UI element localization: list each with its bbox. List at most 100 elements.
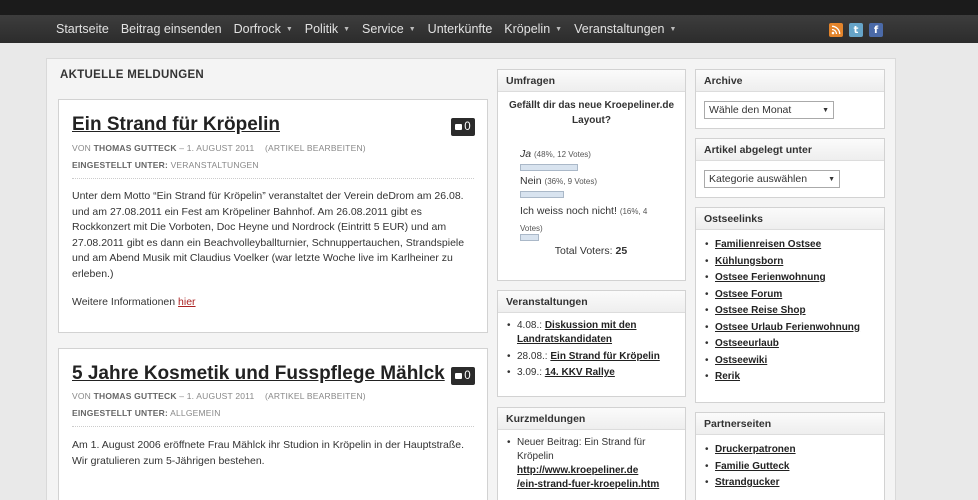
nav-item-label: Kröpelin xyxy=(504,22,551,36)
more-text: Weitere Informationen xyxy=(72,296,179,308)
event-link[interactable]: 14. KKV Rallye xyxy=(545,367,615,378)
nav-menu: Startseite Beitrag einsenden Dorfrock ▼ P… xyxy=(56,15,688,43)
event-date: 3.09.: xyxy=(517,367,543,378)
widget-title: Artikel abgelegt unter xyxy=(696,139,884,161)
edit-post-link[interactable]: (ARTIKEL BEARBEITEN) xyxy=(265,391,366,401)
chevron-down-icon: ▼ xyxy=(555,25,563,33)
poll-answer-label: Ja xyxy=(520,148,532,160)
poll-answer-label: Nein xyxy=(520,175,542,187)
ostseelinks-list: Familienreisen Ostsee Kühlungsborn Ostse… xyxy=(696,230,884,384)
nav-item-label: Veranstaltungen xyxy=(574,22,665,36)
widget-title: Partnerseiten xyxy=(696,413,884,435)
category-link[interactable]: VERANSTALTUNGEN xyxy=(171,160,259,170)
chevron-down-icon: ▼ xyxy=(343,25,351,33)
poll-answer-label: Ich weiss noch nicht! xyxy=(520,205,617,217)
ostsee-link[interactable]: Ostsee Reise Shop xyxy=(715,305,806,316)
news-link[interactable]: http://www.kroepeliner.de xyxy=(517,465,638,476)
nav-item-unterkuenfte[interactable]: Unterkünfte xyxy=(428,22,493,36)
partner-link[interactable]: Familie Gutteck xyxy=(715,461,789,472)
archive-widget: Archive Wähle den Monat ▼ xyxy=(695,69,885,129)
nav-item-dorfrock[interactable]: Dorfrock ▼ xyxy=(234,22,293,36)
post-date: – 1. AUGUST 2011 xyxy=(179,391,255,401)
widget-title: Kurzmeldungen xyxy=(498,408,685,430)
post-title-link[interactable]: 5 Jahre Kosmetik und Fusspflege Mählck xyxy=(72,363,445,385)
event-date: 28.08.: xyxy=(517,350,548,362)
poll-answer-stats: (36%, 9 Votes) xyxy=(544,177,598,186)
comment-count-button[interactable]: 0 xyxy=(451,367,475,385)
meta-by: VON xyxy=(72,391,92,401)
nav-item-kroepelin[interactable]: Kröpelin ▼ xyxy=(504,22,562,36)
comment-count: 0 xyxy=(464,370,471,382)
social-links: t f xyxy=(829,23,883,37)
ostsee-link[interactable]: Familienreisen Ostsee xyxy=(715,239,821,250)
post-body: Unter dem Motto “Ein Strand für Kröpelin… xyxy=(72,190,465,280)
poll-answer: Ja (48%, 12 Votes) xyxy=(520,148,591,160)
partner-link[interactable]: Druckerpatronen xyxy=(715,444,796,455)
top-bar xyxy=(0,0,978,15)
nav-item-label: Beitrag einsenden xyxy=(120,22,222,36)
poll-bar xyxy=(520,234,539,241)
comment-count: 0 xyxy=(464,121,471,133)
post-title-link[interactable]: Ein Strand für Kröpelin xyxy=(72,114,280,136)
poll-widget: Umfragen Gefällt dir das neue Kroepeline… xyxy=(497,69,686,281)
nav-item-label: Dorfrock xyxy=(233,22,281,36)
list-item: Rerik xyxy=(704,370,876,384)
post-card: 5 Jahre Kosmetik und Fusspflege Mählck 0… xyxy=(58,348,488,500)
month-select[interactable]: Wähle den Monat ▼ xyxy=(704,101,834,119)
category-select[interactable]: Kategorie auswählen ▼ xyxy=(704,170,840,188)
ostsee-link[interactable]: Ostsee Urlaub Ferienwohnung xyxy=(715,322,860,333)
divider xyxy=(72,178,474,179)
news-widget: Kurzmeldungen Neuer Beitrag: Ein Strand … xyxy=(497,407,686,500)
author-link[interactable]: THOMAS GUTTECK xyxy=(94,143,177,153)
poll-answer: Ich weiss noch nicht! (16%, 4 Votes) xyxy=(520,203,670,237)
chevron-down-icon: ▼ xyxy=(408,25,416,33)
category-link[interactable]: ALLGEMEIN xyxy=(170,408,220,418)
list-item: Ostsee Reise Shop xyxy=(704,304,876,318)
edit-post-link[interactable]: (ARTIKEL BEARBEITEN) xyxy=(265,143,366,153)
partner-list: Druckerpatronen Familie Gutteck Strandgu… xyxy=(696,435,884,490)
main-navigation: Startseite Beitrag einsenden Dorfrock ▼ P… xyxy=(0,15,978,43)
widget-title: Archive xyxy=(696,70,884,92)
widget-title: Umfragen xyxy=(498,70,685,92)
event-link[interactable]: Ein Strand für Kröpelin xyxy=(550,351,659,362)
nav-item-label: Service xyxy=(362,22,404,36)
post-category: EINGESTELLT UNTER: ALLGEMEIN xyxy=(72,408,221,418)
more-info-link[interactable]: hier xyxy=(178,296,196,308)
nav-item-politik[interactable]: Politik ▼ xyxy=(305,22,350,36)
list-item: Druckerpatronen xyxy=(704,443,876,457)
nav-item-label: Startseite xyxy=(56,22,109,36)
nav-item-veranstaltungen[interactable]: Veranstaltungen ▼ xyxy=(574,22,676,36)
list-item: 4.08.: Diskussion mit den Landratskandid… xyxy=(506,319,677,347)
ostsee-link[interactable]: Rerik xyxy=(715,371,740,382)
nav-item-beitrag-einsenden[interactable]: Beitrag einsenden xyxy=(121,22,222,36)
ostsee-link[interactable]: Kühlungsborn xyxy=(715,256,783,267)
comment-count-button[interactable]: 0 xyxy=(451,118,475,136)
partner-link[interactable]: Strandgucker xyxy=(715,477,779,488)
post-category: EINGESTELLT UNTER: VERANSTALTUNGEN xyxy=(72,160,259,170)
total-label: Total Voters: xyxy=(554,245,613,257)
select-value: Wähle den Monat xyxy=(709,104,792,116)
ostsee-link[interactable]: Ostseewiki xyxy=(715,355,767,366)
list-item: 3.09.: 14. KKV Rallye xyxy=(506,366,677,380)
rss-icon[interactable] xyxy=(829,23,843,37)
nav-item-label: Politik xyxy=(304,22,339,36)
chevron-down-icon: ▼ xyxy=(828,175,835,183)
ostsee-link[interactable]: Ostsee Forum xyxy=(715,289,782,300)
post-more: Weitere Informationen hier xyxy=(72,295,480,311)
ostsee-link[interactable]: Ostseeurlaub xyxy=(715,338,779,349)
list-item: Familienreisen Ostsee xyxy=(704,238,876,252)
twitter-icon[interactable]: t xyxy=(849,23,863,37)
poll-question: Gefällt dir das neue Kroepeliner.de Layo… xyxy=(508,100,675,126)
ostsee-link[interactable]: Ostsee Ferienwohnung xyxy=(715,272,826,283)
post-meta: VON THOMAS GUTTECK – 1. AUGUST 2011 (ART… xyxy=(72,391,366,401)
category-widget: Artikel abgelegt unter Kategorie auswähl… xyxy=(695,138,885,198)
nav-item-startseite[interactable]: Startseite xyxy=(56,22,109,36)
nav-item-service[interactable]: Service ▼ xyxy=(362,22,416,36)
chevron-down-icon: ▼ xyxy=(669,25,677,33)
author-link[interactable]: THOMAS GUTTECK xyxy=(94,391,177,401)
widget-title: Ostseelinks xyxy=(696,208,884,230)
facebook-icon[interactable]: f xyxy=(869,23,883,37)
news-link[interactable]: /ein-strand-fuer-kroepelin.htm xyxy=(517,479,659,490)
widget-title: Veranstaltungen xyxy=(498,291,685,313)
post-date: – 1. AUGUST 2011 xyxy=(179,143,255,153)
